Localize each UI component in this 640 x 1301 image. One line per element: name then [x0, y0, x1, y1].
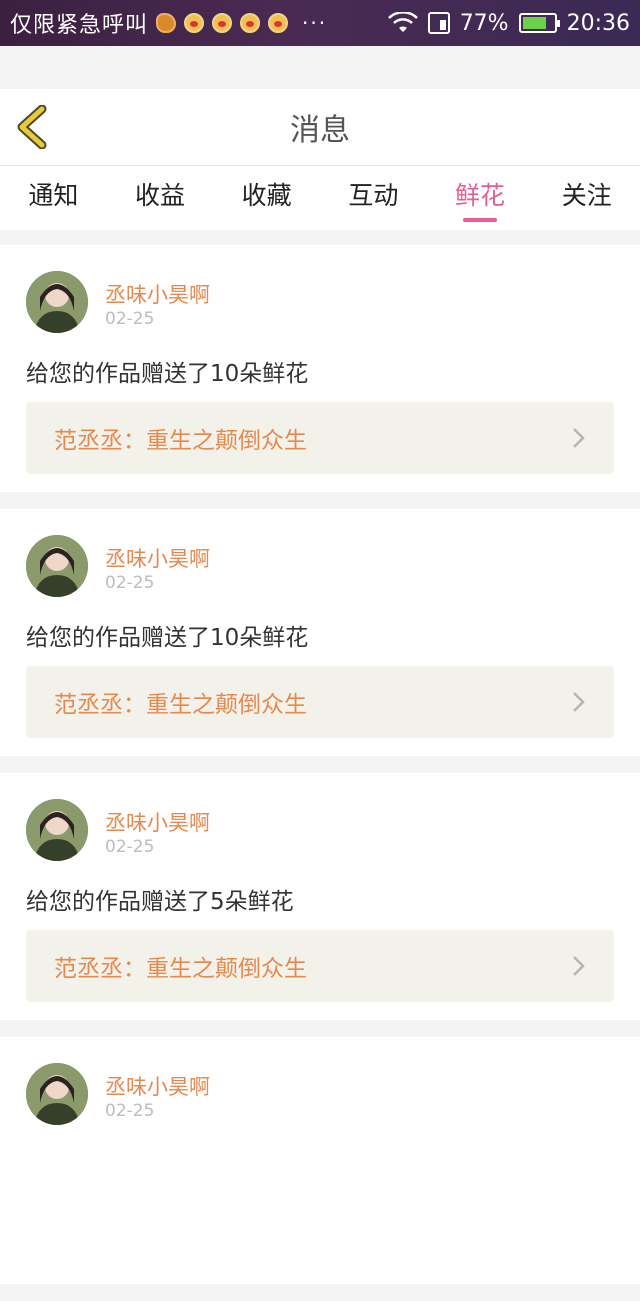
- username[interactable]: 丞味小昊啊: [105, 279, 210, 309]
- more-notifications-icon: ···: [302, 11, 328, 35]
- message-text: 给您的作品赠送了10朵鲜花: [26, 361, 309, 387]
- tab-favorites[interactable]: 收藏: [213, 166, 320, 230]
- list-item: 丞味小昊啊 02-25 给您的作品赠送了10朵鲜花 范丞丞：重生之颠倒众生: [0, 509, 640, 756]
- avatar[interactable]: [26, 1063, 88, 1125]
- tab-notifications[interactable]: 通知: [0, 166, 107, 230]
- username[interactable]: 丞味小昊啊: [105, 543, 210, 573]
- avatar[interactable]: [26, 535, 88, 597]
- message-date: 02-25: [105, 309, 155, 329]
- avatar[interactable]: [26, 799, 88, 861]
- chevron-right-icon: [573, 428, 585, 448]
- message-date: 02-25: [105, 573, 155, 593]
- tab-earnings[interactable]: 收益: [107, 166, 214, 230]
- header: 消息: [0, 89, 640, 166]
- tab-flowers[interactable]: 鲜花: [427, 166, 534, 230]
- work-link[interactable]: 范丞丞：重生之颠倒众生: [26, 666, 614, 738]
- work-title: 范丞丞：重生之颠倒众生: [54, 956, 307, 982]
- status-bar: 仅限紧急呼叫 ··· 77% 20:36: [0, 0, 640, 46]
- clock: 20:36: [566, 10, 630, 36]
- message-date: 02-25: [105, 837, 155, 857]
- weibo-icon: [268, 13, 289, 33]
- username[interactable]: 丞味小昊啊: [105, 1071, 210, 1101]
- message-date: 02-25: [105, 1101, 155, 1121]
- work-title: 范丞丞：重生之颠倒众生: [54, 428, 307, 454]
- tab-follows[interactable]: 关注: [533, 166, 640, 230]
- wifi-icon: [387, 12, 418, 32]
- weibo-icon: [184, 13, 205, 33]
- list-item: 丞味小昊啊 02-25 给您的作品赠送了5朵鲜花 范丞丞：重生之颠倒众生: [0, 773, 640, 1020]
- chevron-right-icon: [573, 692, 585, 712]
- weibo-icon: [240, 13, 261, 33]
- message-text: 给您的作品赠送了5朵鲜花: [26, 889, 294, 915]
- tab-interactions[interactable]: 互动: [320, 166, 427, 230]
- battery-percent: 77%: [459, 10, 509, 36]
- work-link[interactable]: 范丞丞：重生之颠倒众生: [26, 402, 614, 474]
- work-link[interactable]: 范丞丞：重生之颠倒众生: [26, 930, 614, 1002]
- username[interactable]: 丞味小昊啊: [105, 807, 210, 837]
- active-tab-indicator: [463, 218, 498, 222]
- work-title: 范丞丞：重生之颠倒众生: [54, 692, 307, 718]
- battery-icon: [518, 13, 560, 33]
- back-arrow-icon[interactable]: [14, 105, 54, 149]
- sim-icon: [427, 12, 450, 34]
- avatar[interactable]: [26, 271, 88, 333]
- chevron-right-icon: [573, 956, 585, 976]
- carrier-text: 仅限紧急呼叫: [10, 13, 149, 38]
- message-list: 丞味小昊啊 02-25 给您的作品赠送了10朵鲜花 范丞丞：重生之颠倒众生 丞味…: [0, 245, 640, 1301]
- message-text: 给您的作品赠送了10朵鲜花: [26, 625, 309, 651]
- page-title: 消息: [290, 113, 350, 148]
- squirrel-icon: [156, 13, 177, 33]
- list-item: 丞味小昊啊 02-25: [0, 1037, 640, 1284]
- tab-bar: 通知 收益 收藏 互动 鲜花 关注: [0, 166, 640, 230]
- notification-icons: ···: [156, 11, 327, 35]
- weibo-icon: [212, 13, 233, 33]
- list-item: 丞味小昊啊 02-25 给您的作品赠送了10朵鲜花 范丞丞：重生之颠倒众生: [0, 245, 640, 492]
